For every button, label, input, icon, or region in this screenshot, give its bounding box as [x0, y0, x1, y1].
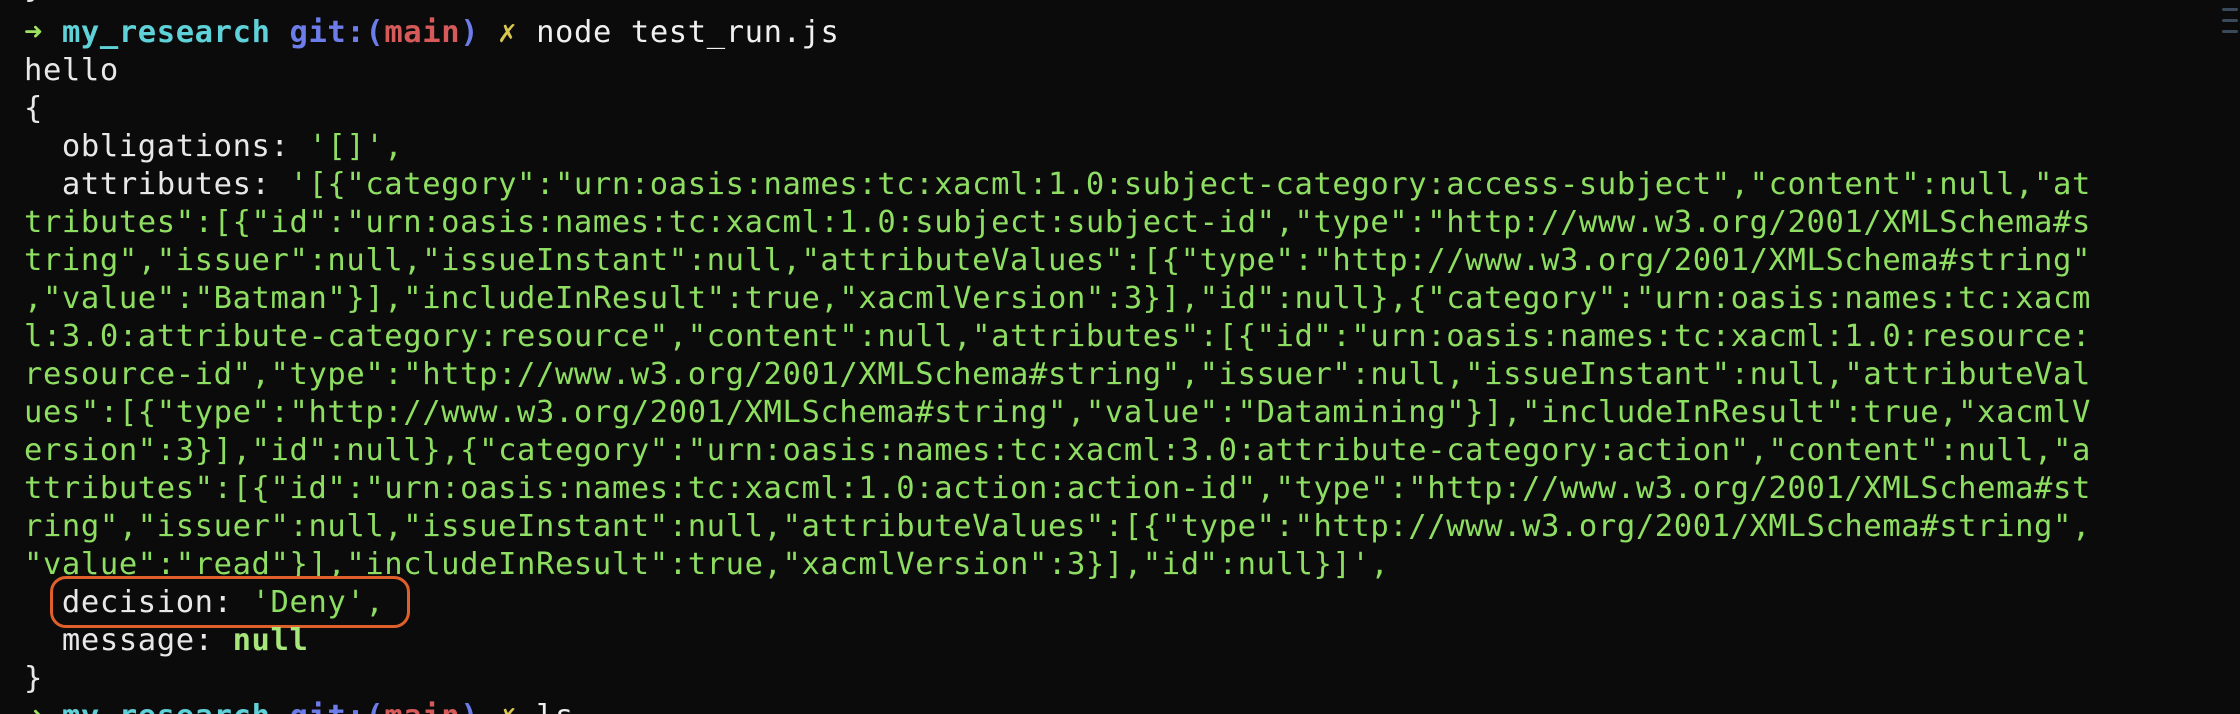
- command-text: node test_run.js: [536, 15, 840, 50]
- prompt-line: ➜ my_research git:(main) ✗ ls: [24, 698, 574, 714]
- terminal-window[interactable]: } ➜ my_research git:(main) ✗ node test_r…: [0, 0, 2240, 714]
- attributes-value-segment: l:3.0:attribute-category:resource","cont…: [24, 319, 2091, 354]
- attributes-value-segment: resource-id","type":"http://www.w3.org/2…: [24, 357, 2091, 392]
- attributes-value-segment: ersion":3}],"id":null},{"category":"urn:…: [24, 433, 2091, 468]
- attributes-value-segment: ring","issuer":null,"issueInstant":null,…: [24, 509, 2091, 544]
- current-directory: my_research: [61, 15, 271, 50]
- message-value: null: [232, 623, 309, 658]
- obligations-line: obligations: '[]',: [24, 128, 403, 166]
- decision-value: 'Deny',: [251, 585, 385, 620]
- decision-line: decision: 'Deny',: [24, 584, 384, 622]
- minimap-mark: [2222, 30, 2238, 33]
- git-paren-open: (: [365, 15, 385, 50]
- attributes-value-segment: '[{"category":"urn:oasis:names:tc:xacml:…: [289, 167, 2091, 202]
- dirty-marker-icon: ✗: [498, 699, 517, 714]
- git-paren-open: (: [365, 699, 384, 714]
- git-branch: main: [384, 15, 461, 50]
- git-paren-close: ): [460, 699, 479, 714]
- minimap-scrollbar[interactable]: [2220, 0, 2240, 140]
- attributes-value-segment: ttributes":[{"id":"urn:oasis:names:tc:xa…: [24, 471, 2091, 506]
- decision-key: decision:: [24, 585, 252, 620]
- git-label: git:: [289, 15, 366, 50]
- message-line: message: null: [24, 622, 308, 660]
- minimap-mark: [2222, 19, 2238, 22]
- output-close-brace: }: [24, 661, 43, 696]
- message-key: message:: [24, 623, 233, 658]
- attributes-value-segment: tributes":[{"id":"urn:oasis:names:tc:xac…: [24, 205, 2091, 240]
- obligations-key: obligations:: [24, 129, 309, 164]
- current-directory: my_research: [62, 699, 271, 714]
- attributes-key: attributes:: [24, 167, 290, 202]
- git-label: git:: [290, 699, 366, 714]
- command-text: ls: [536, 699, 574, 714]
- minimap-mark: [2222, 8, 2238, 11]
- git-paren-close: ): [460, 15, 480, 50]
- output-hello: hello: [24, 53, 119, 88]
- dirty-marker-icon: ✗: [498, 15, 518, 50]
- output-open-brace: {: [24, 91, 43, 126]
- prompt-arrow-icon: ➜: [24, 699, 43, 714]
- prompt-line: ➜ my_research git:(main) ✗ node test_run…: [24, 14, 839, 52]
- git-branch: main: [384, 699, 460, 714]
- attributes-value-segment: tring","issuer":null,"issueInstant":null…: [24, 243, 2091, 278]
- prompt-arrow-icon: ➜: [24, 15, 43, 50]
- attributes-value-segment: ues":[{"type":"http://www.w3.org/2001/XM…: [24, 395, 2091, 430]
- attributes-line: attributes: '[{"category":"urn:oasis:nam…: [24, 166, 2091, 204]
- clipped-previous-output: }: [24, 0, 43, 5]
- obligations-value: '[]',: [308, 129, 404, 164]
- attributes-value-segment: ,"value":"Batman"}],"includeInResult":tr…: [24, 281, 2091, 316]
